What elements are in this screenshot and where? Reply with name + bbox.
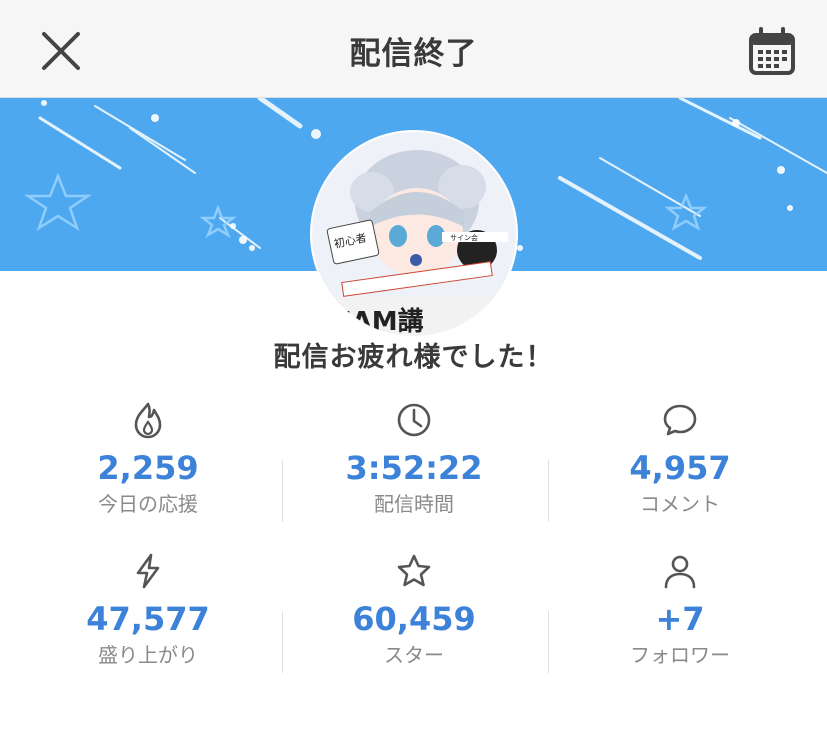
- stat-comments: 4,957 コメント: [542, 400, 818, 516]
- avatar[interactable]: 初心者 サイン会 IAM講: [312, 132, 516, 336]
- stat-value: 47,577: [86, 600, 210, 638]
- fire-icon: [134, 402, 162, 439]
- stat-label: スター: [384, 643, 444, 667]
- stat-label: フォロワー: [630, 643, 730, 667]
- completion-message: 配信お疲れ様でした！: [273, 342, 554, 373]
- stat-followers: +7 フォロワー: [542, 551, 818, 667]
- comment-icon: [663, 404, 697, 436]
- stat-value: +7: [655, 600, 705, 638]
- svg-text:IAM講: IAM講: [342, 306, 424, 336]
- calendar-button[interactable]: [746, 26, 798, 78]
- stat-value: 4,957: [629, 449, 731, 487]
- top-bar: 配信終了: [0, 0, 827, 98]
- stat-value: 60,459: [352, 600, 476, 638]
- stat-label: コメント: [640, 492, 720, 516]
- lightning-icon: [136, 553, 160, 589]
- svg-text:サイン会: サイン会: [450, 233, 478, 242]
- calendar-icon: [749, 27, 795, 75]
- stat-stars: 60,459 スター: [276, 551, 552, 667]
- stat-duration: 3:52:22 配信時間: [276, 400, 552, 516]
- stat-label: 配信時間: [374, 492, 454, 516]
- person-icon: [664, 555, 696, 589]
- avatar-image: 初心者 サイン会 IAM講: [312, 132, 516, 336]
- clock-icon: [397, 403, 431, 437]
- stat-value: 2,259: [97, 449, 199, 487]
- star-icon: [397, 554, 431, 587]
- stat-value: 3:52:22: [345, 449, 483, 487]
- stat-cheers: 2,259 今日の応援: [10, 400, 286, 516]
- stat-label: 盛り上がり: [98, 643, 198, 667]
- stat-excitement: 47,577 盛り上がり: [10, 551, 286, 667]
- page-title: 配信終了: [349, 36, 478, 72]
- stat-label: 今日の応援: [98, 492, 198, 516]
